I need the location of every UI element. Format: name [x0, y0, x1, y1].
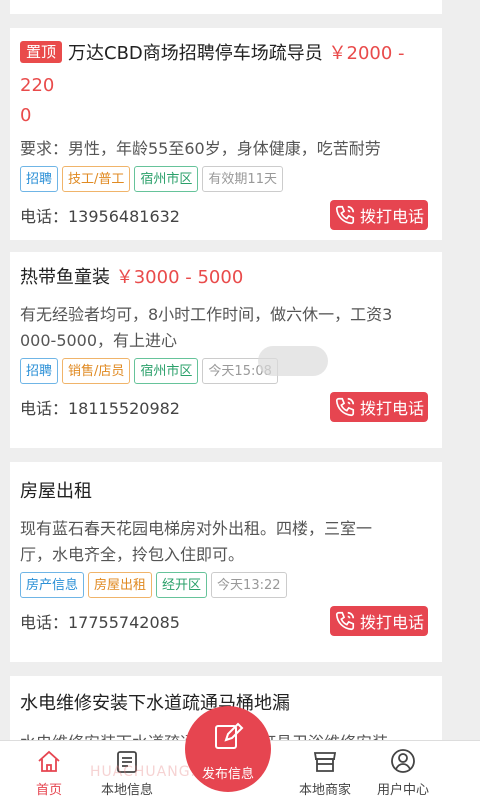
listing-title: 热带鱼童装 ￥3000 - 5000	[20, 267, 244, 288]
home-icon	[38, 750, 60, 772]
tag-list: 招聘 销售/店员 宿州市区 今天15:08	[20, 358, 432, 388]
user-icon	[391, 749, 415, 773]
tab-home[interactable]: 首页	[4, 741, 94, 801]
listing-description: 现有蓝石春天花园电梯房对外出租。四楼，三室一 厅，水电齐全，拎包入住即可。	[20, 519, 373, 564]
call-button[interactable]: 拨打电话	[330, 392, 428, 422]
tag-list: 招聘 技工/普工 宿州市区 有效期11天	[20, 166, 432, 196]
tag-subcategory[interactable]: 房屋出租	[88, 572, 153, 598]
tag-list: 房产信息 房屋出租 经开区 今天13:22	[20, 572, 432, 602]
salary-continued: 0	[20, 105, 32, 126]
tab-merchants[interactable]: 本地商家	[280, 741, 370, 801]
pinned-badge: 置顶	[20, 41, 63, 63]
tag-area[interactable]: 经开区	[156, 572, 208, 598]
phone-number: 电话：18115520982	[20, 399, 180, 418]
phone-number: 电话：13956481632	[20, 207, 180, 226]
tag-area[interactable]: 宿州市区	[134, 166, 199, 192]
tag-category[interactable]: 房产信息	[20, 572, 85, 598]
listing-feed[interactable]: 置顶 万达CBD商场招聘停车场疏导员 ￥2000 - 220 0 要求：男性，年龄…	[0, 0, 480, 740]
phone-number: 电话：17755742085	[20, 613, 180, 632]
listing-title: 房屋出租	[20, 481, 92, 502]
tag-time: 有效期11天	[202, 166, 283, 192]
phone-icon	[335, 205, 355, 225]
phone-icon	[335, 397, 355, 417]
tab-user-center[interactable]: 用户中心	[358, 741, 448, 801]
listing-title: 置顶 万达CBD商场招聘停车场疏导员 ￥2000 - 220	[20, 41, 405, 96]
tag-category[interactable]: 招聘	[20, 358, 59, 384]
tag-area[interactable]: 宿州市区	[134, 358, 199, 384]
listing-description: 要求：男性，年龄55至60岁，身体健康，吃苦耐劳	[20, 139, 381, 158]
store-icon	[313, 752, 337, 772]
listing-description: 有无经验者均可，8小时工作时间，做六休一，工资3 000-5000，有上进心	[20, 305, 393, 350]
call-button[interactable]: 拨打电话	[330, 200, 428, 230]
call-button[interactable]: 拨打电话	[330, 606, 428, 636]
tag-subcategory[interactable]: 销售/店员	[62, 358, 131, 384]
phone-icon	[335, 611, 355, 631]
listing-card[interactable]: 房屋出租 现有蓝石春天花园电梯房对外出租。四楼，三室一 厅，水电齐全，拎包入住即…	[10, 462, 442, 662]
toast-overlay	[258, 346, 328, 376]
publish-button[interactable]: 发布信息	[185, 706, 271, 792]
tag-time: 今天13:22	[211, 572, 287, 598]
tag-category[interactable]: 招聘	[20, 166, 59, 192]
listing-card[interactable]: 热带鱼童装 ￥3000 - 5000 有无经验者均可，8小时工作时间，做六休一，…	[10, 252, 442, 448]
tag-subcategory[interactable]: 技工/普工	[62, 166, 131, 192]
edit-icon	[215, 722, 244, 749]
listing-card-partial[interactable]	[10, 0, 442, 14]
salary: ￥3000 - 5000	[115, 267, 244, 288]
listing-card[interactable]: 置顶 万达CBD商场招聘停车场疏导员 ￥2000 - 220 0 要求：男性，年龄…	[10, 28, 442, 240]
